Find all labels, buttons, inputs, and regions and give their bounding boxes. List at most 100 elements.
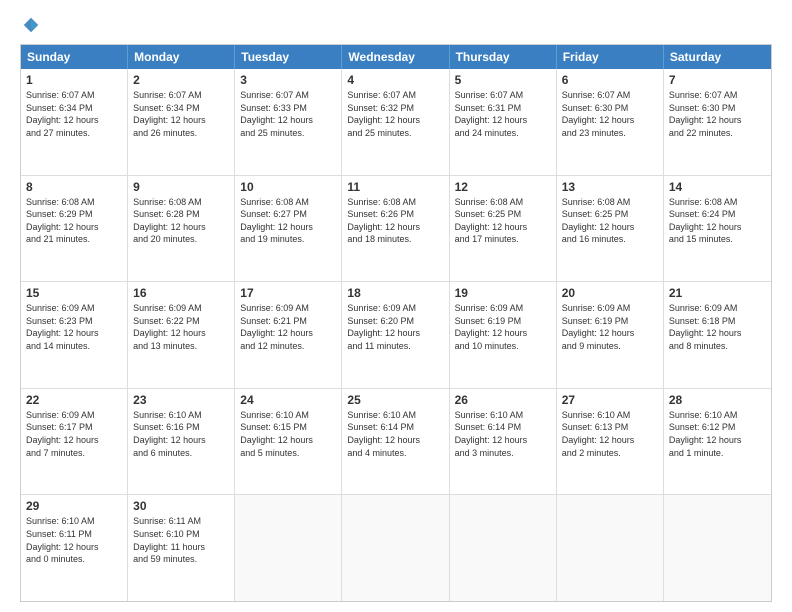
- calendar-row: 8 Sunrise: 6:08 AM Sunset: 6:29 PM Daylig…: [21, 175, 771, 282]
- weekday-header: Friday: [557, 45, 664, 69]
- weekday-header: Tuesday: [235, 45, 342, 69]
- calendar-cell: 2 Sunrise: 6:07 AM Sunset: 6:34 PM Daylig…: [128, 69, 235, 175]
- cell-info: Sunrise: 6:10 AM Sunset: 6:13 PM Dayligh…: [562, 409, 658, 459]
- cell-info: Sunrise: 6:07 AM Sunset: 6:31 PM Dayligh…: [455, 89, 551, 139]
- cell-info: Sunrise: 6:10 AM Sunset: 6:15 PM Dayligh…: [240, 409, 336, 459]
- day-number: 26: [455, 393, 551, 407]
- cell-info: Sunrise: 6:08 AM Sunset: 6:29 PM Dayligh…: [26, 196, 122, 246]
- calendar-cell: 24 Sunrise: 6:10 AM Sunset: 6:15 PM Dayli…: [235, 389, 342, 495]
- cell-info: Sunrise: 6:09 AM Sunset: 6:18 PM Dayligh…: [669, 302, 766, 352]
- cell-info: Sunrise: 6:08 AM Sunset: 6:25 PM Dayligh…: [455, 196, 551, 246]
- header: [20, 16, 772, 34]
- calendar-cell: 8 Sunrise: 6:08 AM Sunset: 6:29 PM Daylig…: [21, 176, 128, 282]
- calendar-cell: 27 Sunrise: 6:10 AM Sunset: 6:13 PM Dayli…: [557, 389, 664, 495]
- calendar-cell: 1Sunrise: 6:07 AM Sunset: 6:34 PM Daylig…: [21, 69, 128, 175]
- day-number: 13: [562, 180, 658, 194]
- cell-info: Sunrise: 6:09 AM Sunset: 6:19 PM Dayligh…: [455, 302, 551, 352]
- calendar-cell: 19 Sunrise: 6:09 AM Sunset: 6:19 PM Dayli…: [450, 282, 557, 388]
- calendar-header: SundayMondayTuesdayWednesdayThursdayFrid…: [21, 45, 771, 69]
- day-number: 28: [669, 393, 766, 407]
- cell-info: Sunrise: 6:07 AM Sunset: 6:33 PM Dayligh…: [240, 89, 336, 139]
- calendar-cell: 15 Sunrise: 6:09 AM Sunset: 6:23 PM Dayli…: [21, 282, 128, 388]
- cell-info: Sunrise: 6:10 AM Sunset: 6:16 PM Dayligh…: [133, 409, 229, 459]
- cell-info: Sunrise: 6:09 AM Sunset: 6:21 PM Dayligh…: [240, 302, 336, 352]
- calendar-cell: 12 Sunrise: 6:08 AM Sunset: 6:25 PM Dayli…: [450, 176, 557, 282]
- calendar-cell: 28 Sunrise: 6:10 AM Sunset: 6:12 PM Dayli…: [664, 389, 771, 495]
- calendar-cell: 30 Sunrise: 6:11 AM Sunset: 6:10 PM Dayli…: [128, 495, 235, 601]
- cell-info: Sunrise: 6:10 AM Sunset: 6:12 PM Dayligh…: [669, 409, 766, 459]
- day-number: 30: [133, 499, 229, 513]
- day-number: 27: [562, 393, 658, 407]
- calendar-cell: [342, 495, 449, 601]
- day-number: 24: [240, 393, 336, 407]
- cell-info: Sunrise: 6:09 AM Sunset: 6:19 PM Dayligh…: [562, 302, 658, 352]
- calendar-cell: 25 Sunrise: 6:10 AM Sunset: 6:14 PM Dayli…: [342, 389, 449, 495]
- cell-info: Sunrise: 6:09 AM Sunset: 6:23 PM Dayligh…: [26, 302, 122, 352]
- day-number: 20: [562, 286, 658, 300]
- day-number: 12: [455, 180, 551, 194]
- cell-info: Sunrise: 6:08 AM Sunset: 6:27 PM Dayligh…: [240, 196, 336, 246]
- day-number: 11: [347, 180, 443, 194]
- weekday-header: Sunday: [21, 45, 128, 69]
- calendar: SundayMondayTuesdayWednesdayThursdayFrid…: [20, 44, 772, 602]
- calendar-cell: 22 Sunrise: 6:09 AM Sunset: 6:17 PM Dayli…: [21, 389, 128, 495]
- calendar-row: 1 Sunrise: 6:07 AM Sunset: 6:34 PM Daylig…: [21, 69, 771, 175]
- calendar-cell: 6 Sunrise: 6:07 AM Sunset: 6:30 PM Daylig…: [557, 69, 664, 175]
- calendar-cell: 10 Sunrise: 6:08 AM Sunset: 6:27 PM Dayli…: [235, 176, 342, 282]
- calendar-cell: 17 Sunrise: 6:09 AM Sunset: 6:21 PM Dayli…: [235, 282, 342, 388]
- day-number: 6: [562, 73, 658, 87]
- day-number: 19: [455, 286, 551, 300]
- cell-info: Sunrise: 6:11 AM Sunset: 6:10 PM Dayligh…: [133, 515, 229, 565]
- day-number: 23: [133, 393, 229, 407]
- day-number: 22: [26, 393, 122, 407]
- calendar-cell: [450, 495, 557, 601]
- logo-icon: [22, 16, 40, 34]
- cell-info: Sunrise: 6:08 AM Sunset: 6:24 PM Dayligh…: [669, 196, 766, 246]
- page: SundayMondayTuesdayWednesdayThursdayFrid…: [0, 0, 792, 612]
- calendar-cell: 4 Sunrise: 6:07 AM Sunset: 6:32 PM Daylig…: [342, 69, 449, 175]
- day-number: 14: [669, 180, 766, 194]
- calendar-cell: 14 Sunrise: 6:08 AM Sunset: 6:24 PM Dayli…: [664, 176, 771, 282]
- day-number: 17: [240, 286, 336, 300]
- calendar-cell: 3 Sunrise: 6:07 AM Sunset: 6:33 PM Daylig…: [235, 69, 342, 175]
- cell-info: Sunrise: 6:10 AM Sunset: 6:14 PM Dayligh…: [347, 409, 443, 459]
- day-number: 9: [133, 180, 229, 194]
- cell-info: Sunrise: 6:09 AM Sunset: 6:20 PM Dayligh…: [347, 302, 443, 352]
- day-number: 16: [133, 286, 229, 300]
- day-number: 21: [669, 286, 766, 300]
- calendar-row: 29Sunrise: 6:10 AM Sunset: 6:11 PM Dayli…: [21, 494, 771, 601]
- day-number: 2: [133, 73, 229, 87]
- calendar-cell: 20 Sunrise: 6:09 AM Sunset: 6:19 PM Dayli…: [557, 282, 664, 388]
- cell-info: Sunrise: 6:07 AM Sunset: 6:32 PM Dayligh…: [347, 89, 443, 139]
- calendar-cell: 13 Sunrise: 6:08 AM Sunset: 6:25 PM Dayli…: [557, 176, 664, 282]
- day-number: 29: [26, 499, 122, 513]
- cell-info: Sunrise: 6:08 AM Sunset: 6:25 PM Dayligh…: [562, 196, 658, 246]
- cell-info: Sunrise: 6:10 AM Sunset: 6:14 PM Dayligh…: [455, 409, 551, 459]
- calendar-cell: 29Sunrise: 6:10 AM Sunset: 6:11 PM Dayli…: [21, 495, 128, 601]
- day-number: 8: [26, 180, 122, 194]
- cell-info: Sunrise: 6:09 AM Sunset: 6:17 PM Dayligh…: [26, 409, 122, 459]
- calendar-cell: 23 Sunrise: 6:10 AM Sunset: 6:16 PM Dayli…: [128, 389, 235, 495]
- day-number: 25: [347, 393, 443, 407]
- day-number: 5: [455, 73, 551, 87]
- day-number: 7: [669, 73, 766, 87]
- day-number: 4: [347, 73, 443, 87]
- day-number: 3: [240, 73, 336, 87]
- calendar-cell: 26 Sunrise: 6:10 AM Sunset: 6:14 PM Dayli…: [450, 389, 557, 495]
- calendar-cell: 7 Sunrise: 6:07 AM Sunset: 6:30 PM Daylig…: [664, 69, 771, 175]
- calendar-cell: 11Sunrise: 6:08 AM Sunset: 6:26 PM Dayli…: [342, 176, 449, 282]
- day-number: 10: [240, 180, 336, 194]
- calendar-row: 15 Sunrise: 6:09 AM Sunset: 6:23 PM Dayli…: [21, 281, 771, 388]
- calendar-cell: [235, 495, 342, 601]
- cell-info: Sunrise: 6:07 AM Sunset: 6:30 PM Dayligh…: [669, 89, 766, 139]
- calendar-cell: [664, 495, 771, 601]
- weekday-header: Thursday: [450, 45, 557, 69]
- cell-info: Sunrise: 6:07 AM Sunset: 6:30 PM Dayligh…: [562, 89, 658, 139]
- day-number: 1: [26, 73, 122, 87]
- weekday-header: Saturday: [664, 45, 771, 69]
- cell-info: Sunrise: 6:09 AM Sunset: 6:22 PM Dayligh…: [133, 302, 229, 352]
- day-number: 18: [347, 286, 443, 300]
- day-number: 15: [26, 286, 122, 300]
- calendar-cell: 18 Sunrise: 6:09 AM Sunset: 6:20 PM Dayli…: [342, 282, 449, 388]
- cell-info: Sunrise: 6:07 AM Sunset: 6:34 PM Dayligh…: [133, 89, 229, 139]
